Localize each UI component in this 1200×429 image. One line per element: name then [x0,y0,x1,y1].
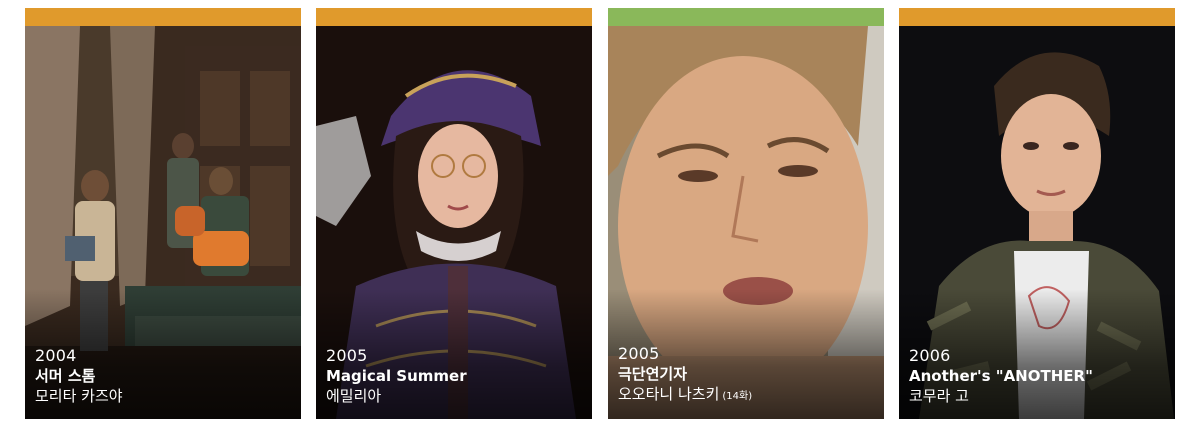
filmography-card-anothers-another[interactable]: 2006 Another's "ANOTHER" 코무라 고 [899,8,1175,419]
card-year: 2005 [326,346,368,365]
category-bar [25,8,301,26]
card-title: 서머 스톰 [35,367,96,385]
card-role: 모리타 카즈야 [35,386,293,407]
card-year: 2004 [35,346,77,365]
filmography-card-acting-troupe[interactable]: 2005 극단연기자 오오타니 나츠키 (14화) [608,8,884,419]
card-role: 코무라 고 [909,386,1167,407]
card-title: 극단연기자 [618,365,688,383]
card-caption: 2005 극단연기자 오오타니 나츠키 (14화) [618,344,876,407]
card-year: 2005 [618,344,660,363]
category-bar [316,8,592,26]
card-role: 오오타니 나츠키 (14화) [618,384,876,407]
card-caption: 2005 Magical Summer 에밀리아 [326,346,584,407]
card-role-note: (14화) [722,391,753,402]
category-bar [608,8,884,26]
card-title: Another's "ANOTHER" [909,367,1093,385]
card-role: 에밀리아 [326,386,584,407]
card-role-name: 오오타니 나츠키 [618,385,720,403]
card-caption: 2004 서머 스톰 모리타 카즈야 [35,346,293,407]
card-year: 2006 [909,346,951,365]
filmography-grid: 2004 서머 스톰 모리타 카즈야 2005 Magical Summer 에… [0,0,1200,429]
card-role-name: 모리타 카즈야 [35,387,123,405]
card-caption: 2006 Another's "ANOTHER" 코무라 고 [909,346,1167,407]
card-role-name: 에밀리아 [326,387,382,405]
filmography-card-magical-summer[interactable]: 2005 Magical Summer 에밀리아 [316,8,592,419]
category-bar [899,8,1175,26]
card-title: Magical Summer [326,367,467,385]
filmography-card-summer-storm[interactable]: 2004 서머 스톰 모리타 카즈야 [25,8,301,419]
card-role-name: 코무라 고 [909,387,969,405]
